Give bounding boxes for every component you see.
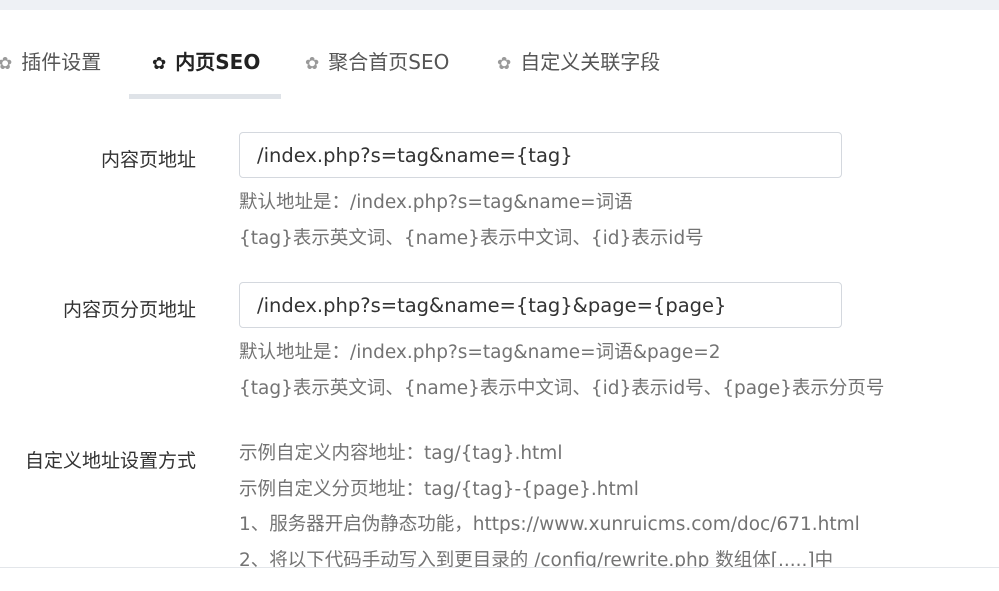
custom-step-2: 2、将以下代码手动写入到更目录的 /config/rewrite.php 数组体… (239, 550, 834, 567)
page-url-input[interactable] (239, 282, 842, 328)
content-url-help-default: 默认地址是：/index.php?s=tag&name=词语 (239, 192, 633, 213)
tab-custom-fields[interactable]: ✿ 自定义关联字段 (497, 46, 660, 78)
content-url-input[interactable] (239, 132, 842, 178)
tab-label: 自定义关联字段 (520, 50, 661, 74)
gear-icon: ✿ (0, 54, 13, 74)
gear-icon: ✿ (152, 54, 167, 74)
content-url-label: 内容页地址 (100, 149, 196, 171)
tab-label: 聚合首页SEO (328, 50, 450, 74)
page-url-label: 内容页分页地址 (62, 299, 196, 321)
custom-url-label: 自定义地址设置方式 (24, 450, 196, 472)
tab-bar: ✿ 插件设置 ✿ 内页SEO ✿ 聚合首页SEO ✿ 自定义关联字段 (0, 10, 999, 100)
custom-example-page: 示例自定义分页地址：tag/{tag}-{page}.html (239, 479, 639, 500)
custom-example-content: 示例自定义内容地址：tag/{tag}.html (239, 443, 563, 464)
page-url-help-vars: {tag}表示英文词、{name}表示中文词、{id}表示id号、{page}表… (239, 378, 885, 399)
tab-inner-seo[interactable]: ✿ 内页SEO (152, 46, 260, 78)
tab-label: 插件设置 (21, 50, 102, 74)
top-strip (0, 0, 999, 10)
scroll-clip: 2、将以下代码手动写入到更目录的 /config/rewrite.php 数组体… (0, 546, 999, 567)
custom-step-1: 1、服务器开启伪静态功能，https://www.xunruicms.com/d… (239, 514, 860, 535)
tab-aggregate-home-seo[interactable]: ✿ 聚合首页SEO (305, 46, 449, 78)
tab-plugin-settings[interactable]: ✿ 插件设置 (0, 46, 101, 78)
gear-icon: ✿ (497, 54, 512, 74)
content-url-help-vars: {tag}表示英文词、{name}表示中文词、{id}表示id号 (239, 228, 704, 249)
footer-area (0, 568, 999, 591)
gear-icon: ✿ (305, 54, 320, 74)
tab-label: 内页SEO (175, 50, 261, 74)
page-url-help-default: 默认地址是：/index.php?s=tag&name=词语&page=2 (239, 342, 721, 363)
active-tab-underline (129, 94, 281, 99)
